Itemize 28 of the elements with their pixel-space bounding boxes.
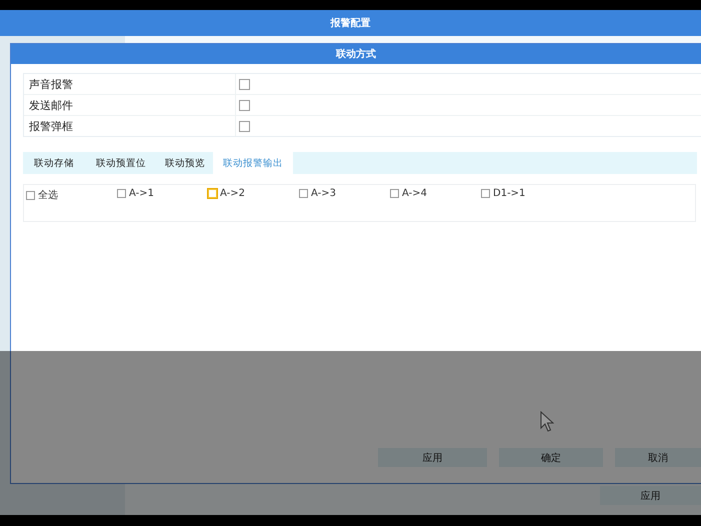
checkbox[interactable] bbox=[239, 78, 250, 90]
setting-label: 发送邮件 bbox=[24, 95, 236, 115]
checkbox-label: D1->1 bbox=[493, 188, 526, 199]
tab[interactable]: 联动预览 bbox=[157, 152, 213, 174]
checkbox[interactable] bbox=[239, 100, 250, 110]
checkbox[interactable] bbox=[239, 120, 250, 132]
checkbox[interactable] bbox=[390, 189, 399, 198]
checkbox-label: A->2 bbox=[220, 188, 245, 199]
window-title: 报警配置 bbox=[330, 16, 370, 30]
cursor-icon bbox=[540, 411, 554, 433]
checkbox[interactable] bbox=[26, 190, 35, 200]
tab[interactable]: 联动存储 bbox=[23, 152, 85, 174]
apply-button[interactable]: 应用 bbox=[600, 486, 701, 505]
dialog-title: 联动方式 bbox=[336, 47, 376, 61]
tab[interactable]: 联动报警输出 bbox=[213, 152, 293, 174]
checkbox-label: 全选 bbox=[38, 188, 58, 202]
checkbox[interactable] bbox=[299, 189, 308, 198]
setting-label: 声音报警 bbox=[24, 74, 236, 94]
checkbox[interactable] bbox=[481, 189, 490, 198]
dialog-button[interactable]: 确定 bbox=[499, 448, 603, 467]
checkbox-label: A->1 bbox=[129, 188, 154, 199]
dialog-button[interactable]: 取消 bbox=[615, 448, 701, 467]
checkbox[interactable] bbox=[117, 189, 126, 198]
checkbox-label: A->4 bbox=[402, 188, 427, 199]
checkbox-label: A->3 bbox=[311, 188, 336, 199]
setting-label: 报警弹框 bbox=[24, 116, 236, 136]
dialog-button[interactable]: 应用 bbox=[378, 448, 487, 467]
tab[interactable]: 联动预置位 bbox=[85, 152, 157, 174]
